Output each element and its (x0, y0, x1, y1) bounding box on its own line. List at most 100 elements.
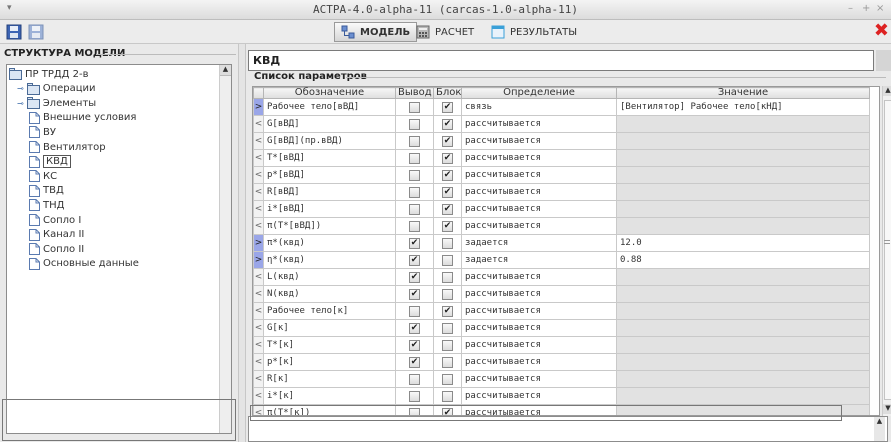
param-output-checkbox[interactable] (409, 135, 420, 147)
param-output-checkbox[interactable] (409, 118, 420, 130)
param-output-checkbox[interactable]: ✔ (409, 271, 420, 283)
param-output-checkbox[interactable]: ✔ (409, 254, 420, 266)
param-definition[interactable]: рассчитывается (461, 353, 617, 371)
table-scroll-thumb[interactable] (884, 100, 891, 400)
param-block-checkbox[interactable]: ✔ (442, 118, 453, 130)
param-block-checkbox[interactable] (442, 356, 453, 368)
param-definition[interactable]: рассчитывается (461, 302, 617, 320)
param-definition[interactable]: рассчитывается (461, 217, 617, 235)
table-row[interactable]: < i*[к] рассчитывается (253, 387, 870, 405)
table-row[interactable]: < G[вВД](пр.вВД) ✔ рассчитывается (253, 132, 870, 150)
tree-item[interactable]: ⊸ Операции (17, 82, 96, 96)
expander-icon[interactable]: ⊸ (17, 84, 24, 93)
tab-model[interactable]: МОДЕЛЬ (334, 22, 418, 42)
save-as-icon[interactable] (28, 24, 44, 40)
param-output-checkbox[interactable] (409, 220, 420, 232)
tree-item[interactable]: ТВД (29, 184, 64, 198)
tab-calculation[interactable]: РАСЧЕТ (410, 22, 480, 42)
param-output-checkbox[interactable] (409, 169, 420, 181)
param-definition[interactable]: рассчитывается (461, 149, 617, 167)
param-output-checkbox[interactable] (409, 152, 420, 164)
param-definition[interactable]: рассчитывается (461, 115, 617, 133)
param-block-checkbox[interactable] (442, 322, 453, 334)
expander-icon[interactable]: ⊸ (17, 99, 24, 108)
table-scroll-up-icon[interactable]: ▲ (883, 86, 891, 96)
param-definition[interactable]: рассчитывается (461, 370, 617, 388)
table-row[interactable]: > π*(квд) ✔ задается 12.0 (253, 234, 870, 252)
param-value[interactable]: 0.88 (616, 251, 870, 269)
table-row[interactable]: < T*[к] ✔ рассчитывается (253, 336, 870, 354)
scroll-up-icon[interactable]: ▲ (220, 65, 231, 76)
table-row[interactable]: < Рабочее тело[к] ✔ рассчитывается (253, 302, 870, 320)
minimize-icon[interactable]: – (848, 3, 853, 14)
param-block-checkbox[interactable] (442, 390, 453, 402)
param-output-checkbox[interactable]: ✔ (409, 237, 420, 249)
param-definition[interactable]: рассчитывается (461, 166, 617, 184)
param-definition[interactable]: задается (461, 251, 617, 269)
table-row[interactable]: < G[к] ✔ рассчитывается (253, 319, 870, 337)
header-designation[interactable]: Обозначение (263, 87, 396, 99)
table-row[interactable]: < T*[вВД] ✔ рассчитывается (253, 149, 870, 167)
param-block-checkbox[interactable] (442, 254, 453, 266)
param-block-checkbox[interactable]: ✔ (442, 135, 453, 147)
param-value[interactable]: [Вентилятор] Рабочее тело[кНД] (616, 98, 870, 116)
description-scroll-up-icon[interactable]: ▲ (874, 417, 885, 441)
table-scroll-down-icon[interactable]: ▼ (883, 404, 891, 414)
param-block-checkbox[interactable] (442, 237, 453, 249)
param-value[interactable]: 12.0 (616, 234, 870, 252)
param-block-checkbox[interactable] (442, 339, 453, 351)
table-row[interactable]: > η*(квд) ✔ задается 0.88 (253, 251, 870, 269)
param-output-checkbox[interactable]: ✔ (409, 339, 420, 351)
tree-scrollbar[interactable]: ▲ (219, 65, 231, 433)
header-definition[interactable]: Определение (461, 87, 617, 99)
model-tree[interactable]: ПР ТРДД 2-в ⊸ Операции ⊸ Элементы Внешние усл… (6, 64, 232, 434)
table-row[interactable]: < p*[вВД] ✔ рассчитывается (253, 166, 870, 184)
table-row[interactable]: < R[к] рассчитывается (253, 370, 870, 388)
maximize-icon[interactable]: + (862, 3, 870, 14)
table-row[interactable]: > Рабочее тело[вВД] ✔ связь [Вентилятор] Раб… (253, 98, 870, 116)
tab-results[interactable]: РЕЗУЛЬТАТЫ (485, 22, 583, 42)
tree-item[interactable]: КВД (29, 155, 71, 169)
element-name-field[interactable]: КВД (248, 50, 874, 71)
save-icon[interactable] (6, 24, 22, 40)
param-output-checkbox[interactable] (409, 186, 420, 198)
tree-item[interactable]: ТНД (29, 198, 64, 212)
param-definition[interactable]: рассчитывается (461, 183, 617, 201)
table-scrollbar[interactable]: ▲ ▼ (882, 86, 891, 416)
table-row[interactable]: < G[вВД] ✔ рассчитывается (253, 115, 870, 133)
tree-item[interactable]: КС (29, 169, 57, 183)
param-block-checkbox[interactable]: ✔ (442, 169, 453, 181)
tree-item[interactable]: Основные данные (29, 257, 139, 271)
param-block-checkbox[interactable]: ✔ (442, 305, 453, 317)
param-output-checkbox[interactable] (409, 390, 420, 402)
table-row[interactable]: < L(квд) ✔ рассчитывается (253, 268, 870, 286)
tree-item[interactable]: Сопло II (29, 242, 84, 256)
table-row[interactable]: < R[вВД] ✔ рассчитывается (253, 183, 870, 201)
param-block-checkbox[interactable]: ✔ (442, 186, 453, 198)
param-block-checkbox[interactable]: ✔ (442, 220, 453, 232)
param-output-checkbox[interactable] (409, 101, 420, 113)
tree-item[interactable]: Канал II (29, 228, 84, 242)
window-close-icon[interactable]: × (876, 3, 884, 14)
tree-item[interactable]: ПР ТРДД 2-в (9, 67, 89, 81)
tree-item[interactable]: Внешние условия (29, 111, 136, 125)
panel-splitter[interactable] (238, 44, 246, 442)
param-output-checkbox[interactable]: ✔ (409, 288, 420, 300)
param-definition[interactable]: рассчитывается (461, 200, 617, 218)
header-block[interactable]: Блок (433, 87, 462, 99)
close-model-icon[interactable]: ✖ (874, 22, 889, 40)
element-side-button[interactable] (876, 50, 891, 71)
param-block-checkbox[interactable] (442, 271, 453, 283)
param-output-checkbox[interactable] (409, 373, 420, 385)
param-definition[interactable]: рассчитывается (461, 387, 617, 405)
tree-item[interactable]: Сопло I (29, 213, 81, 227)
param-output-checkbox[interactable]: ✔ (409, 322, 420, 334)
header-value[interactable]: Значение (616, 87, 870, 99)
param-output-checkbox[interactable]: ✔ (409, 356, 420, 368)
header-output[interactable]: Вывод (395, 87, 434, 99)
param-definition[interactable]: связь (461, 98, 617, 116)
param-definition[interactable]: рассчитывается (461, 336, 617, 354)
tree-item[interactable]: Вентилятор (29, 140, 106, 154)
param-block-checkbox[interactable] (442, 373, 453, 385)
table-row[interactable]: < p*[к] ✔ рассчитывается (253, 353, 870, 371)
